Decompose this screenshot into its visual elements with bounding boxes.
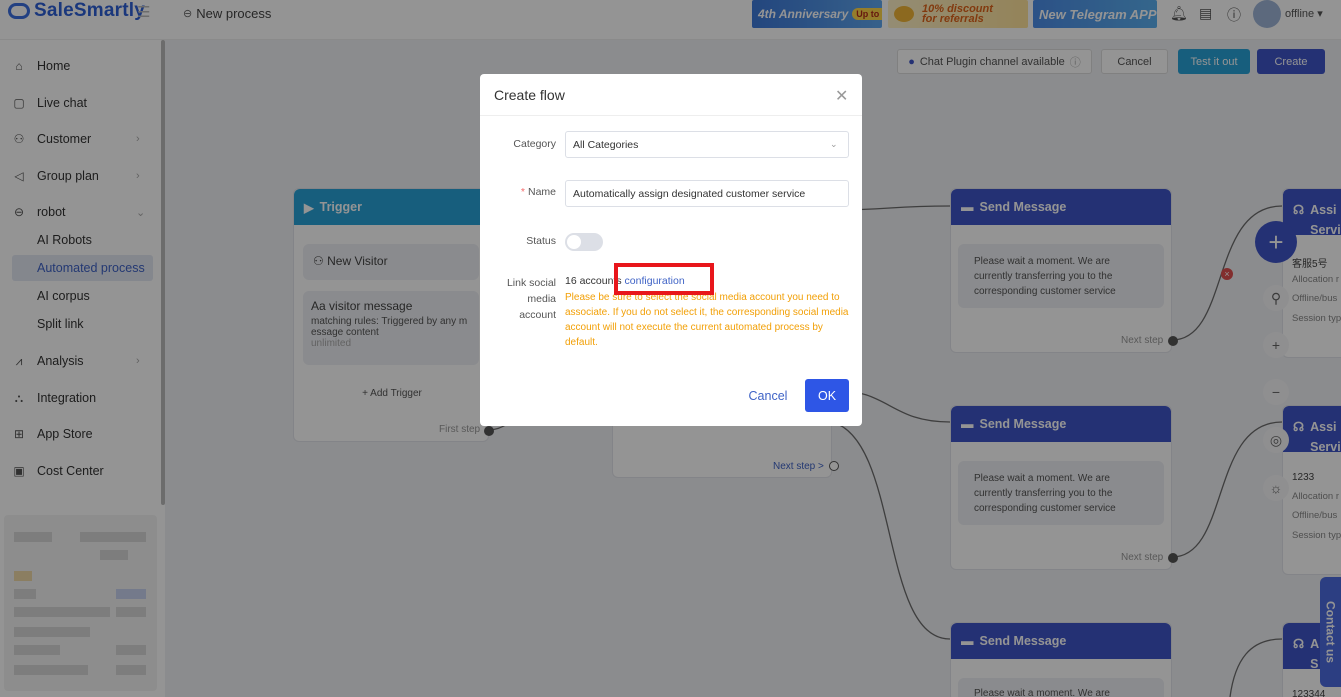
dialog-cancel-button[interactable]: Cancel (744, 379, 792, 412)
name-label: * Name (520, 186, 556, 198)
dialog-divider (480, 115, 862, 116)
name-input[interactable]: Automatically assign designated customer… (565, 180, 849, 207)
chevron-down-icon: ⌄ (830, 139, 838, 149)
close-icon[interactable]: ✕ (835, 86, 848, 106)
category-select[interactable]: All Categories ⌄ (565, 131, 849, 158)
category-label: Category (513, 138, 556, 150)
dialog-ok-button[interactable]: OK (805, 379, 849, 412)
association-warning: Please be sure to select the social medi… (565, 292, 849, 348)
dialog-title: Create flow (494, 87, 565, 103)
status-label: Status (526, 235, 556, 247)
highlight-box (614, 263, 714, 295)
create-flow-dialog: Create flow ✕ Category All Categories ⌄ … (480, 74, 862, 426)
link-social-media-label: Link social media account (506, 277, 556, 321)
toggle-knob (567, 235, 581, 249)
status-toggle[interactable] (565, 233, 603, 251)
